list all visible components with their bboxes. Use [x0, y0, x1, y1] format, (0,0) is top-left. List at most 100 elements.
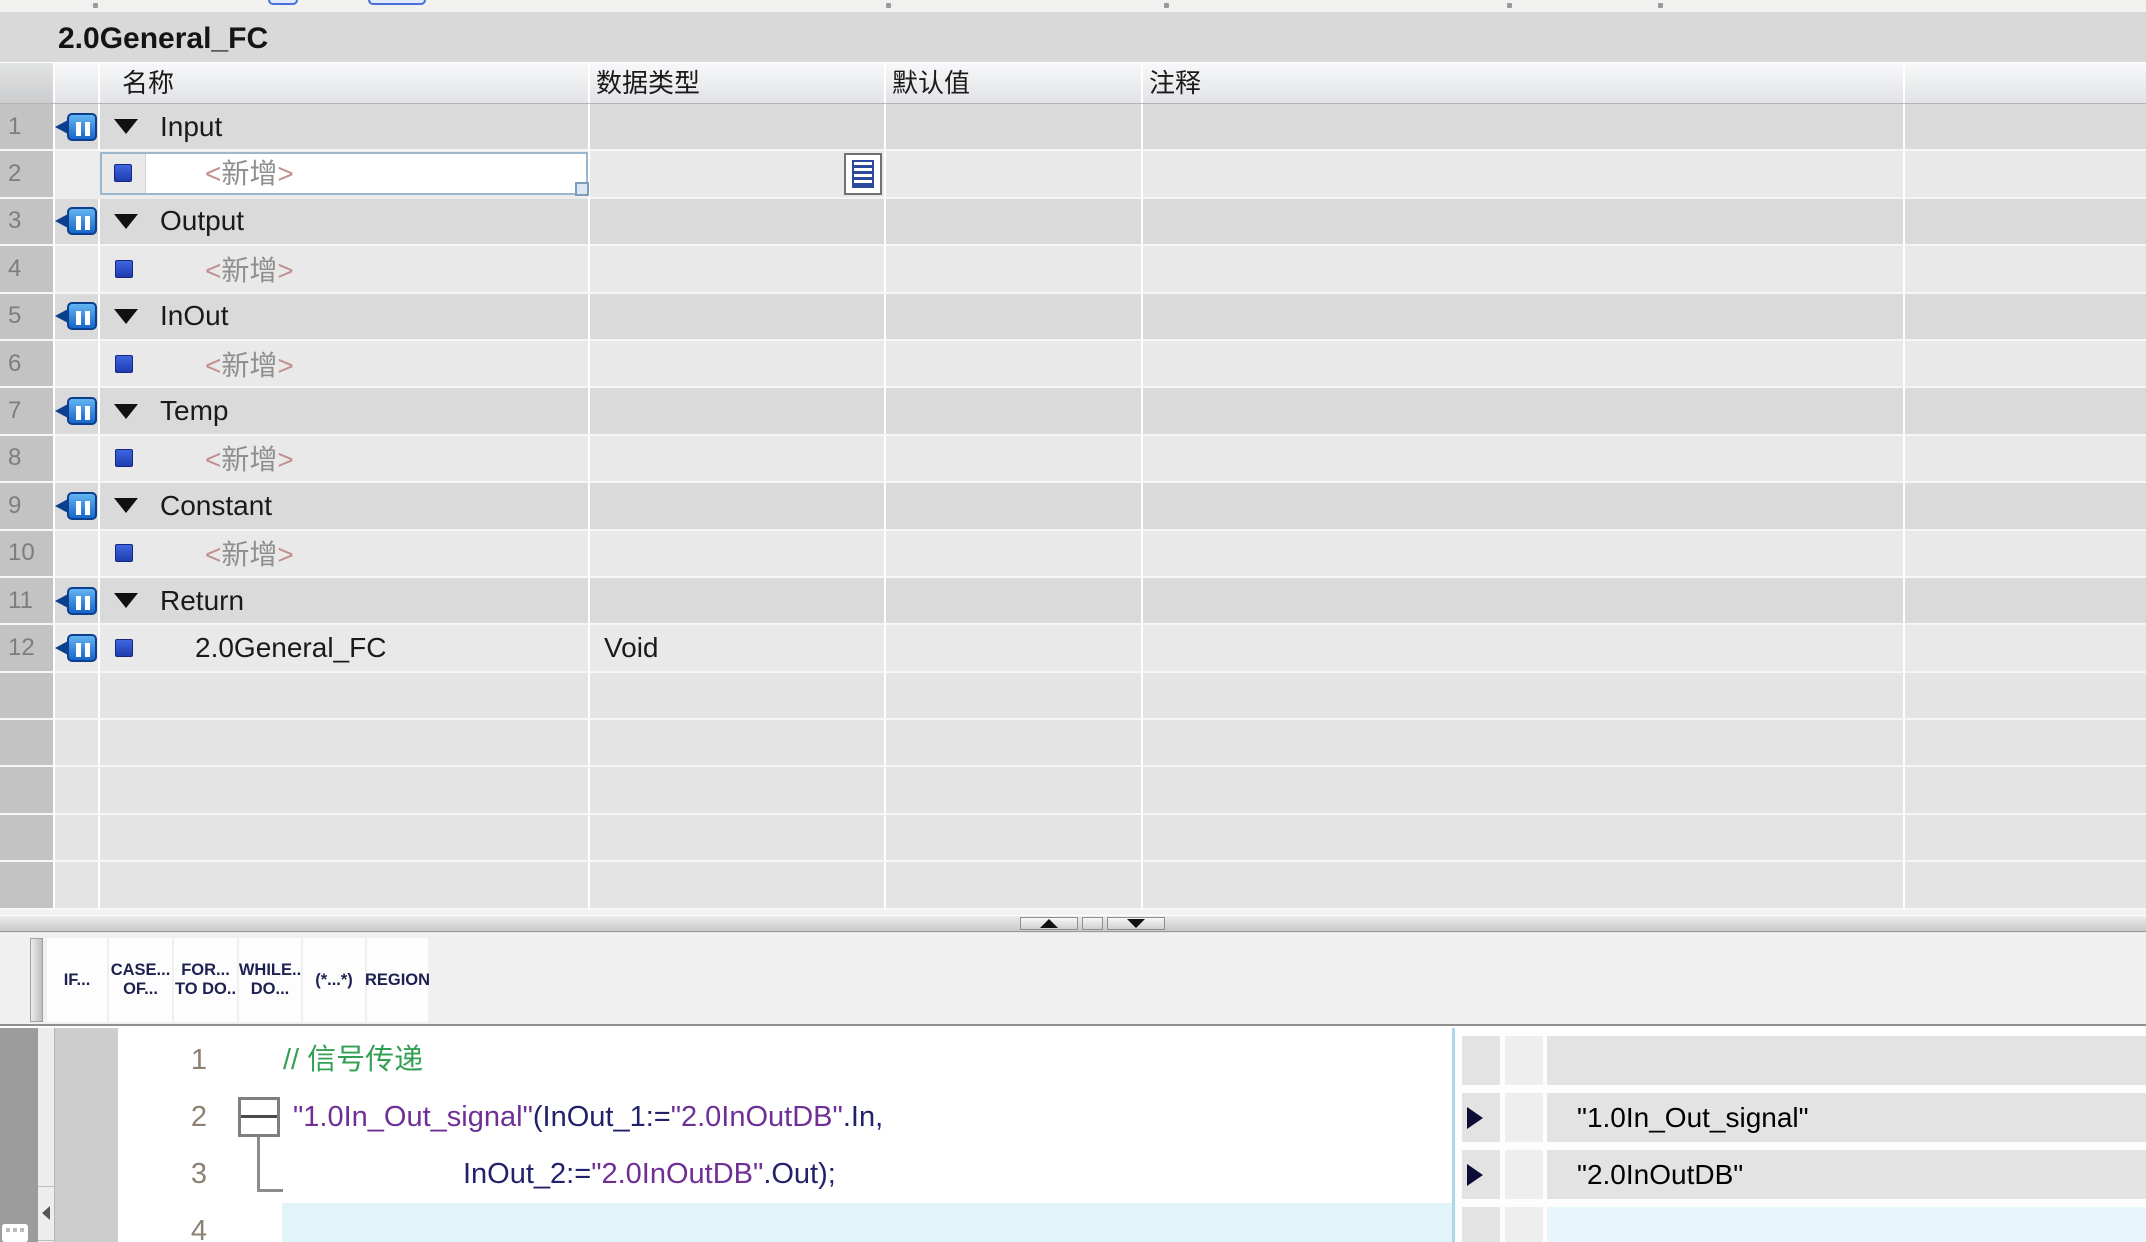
- comment-cell[interactable]: [1143, 294, 1905, 341]
- header-comment[interactable]: 注释: [1143, 63, 1905, 103]
- var-table-empty-row[interactable]: [0, 720, 2146, 767]
- referenced-block-name[interactable]: "2.0InOutDB": [1547, 1150, 2146, 1199]
- row-number-cell[interactable]: 10: [0, 531, 55, 578]
- default-value-cell[interactable]: [886, 294, 1143, 341]
- snippet-button-if[interactable]: IF...: [47, 938, 107, 1022]
- reference-arrow-cell[interactable]: [1462, 1093, 1500, 1142]
- datatype-cell[interactable]: [590, 483, 886, 530]
- datatype-cell[interactable]: Void: [590, 625, 886, 672]
- name-cell[interactable]: Return: [100, 578, 590, 625]
- default-value-cell[interactable]: [886, 578, 1143, 625]
- name-cell[interactable]: <新增>: [100, 246, 590, 293]
- header-default[interactable]: 默认值: [886, 63, 1143, 103]
- var-table-row-1[interactable]: 1 Input: [0, 104, 2146, 151]
- comment-cell[interactable]: [1143, 483, 1905, 530]
- collapse-down-button[interactable]: [1107, 917, 1165, 930]
- new-variable-placeholder[interactable]: <新增>: [205, 539, 294, 570]
- var-table-row-11[interactable]: 11 Return: [0, 578, 2146, 625]
- var-table-row-9[interactable]: 9 Constant: [0, 483, 2146, 530]
- snippet-button-comment[interactable]: (*...*): [303, 938, 365, 1022]
- var-table-row-7[interactable]: 7Temp: [0, 388, 2146, 435]
- comment-cell[interactable]: [1143, 388, 1905, 435]
- var-table-empty-row[interactable]: [0, 862, 2146, 909]
- comment-cell[interactable]: [1143, 246, 1905, 293]
- code-line-3[interactable]: 3InOut_2:="2.0InOutDB".Out);: [0, 1146, 1452, 1203]
- jump-to-reference-icon[interactable]: [1467, 1164, 1483, 1186]
- name-edit-cell[interactable]: <新增>: [100, 152, 588, 195]
- row-number-cell[interactable]: 12: [0, 625, 55, 672]
- collapse-triangle-icon[interactable]: [114, 404, 138, 419]
- datatype-cell[interactable]: [590, 578, 886, 625]
- default-value-cell[interactable]: [886, 625, 1143, 672]
- datatype-cell[interactable]: [590, 151, 886, 198]
- collapse-triangle-icon[interactable]: [114, 498, 138, 513]
- var-table-row-10[interactable]: 10 <新增>: [0, 531, 2146, 578]
- referenced-block-name[interactable]: "1.0In_Out_signal": [1547, 1093, 2146, 1142]
- row-number-cell[interactable]: 3: [0, 199, 55, 246]
- datatype-picker-button[interactable]: [844, 153, 882, 195]
- pane-splitter[interactable]: [0, 915, 2146, 932]
- datatype-cell[interactable]: [590, 531, 886, 578]
- datatype-cell[interactable]: [590, 104, 886, 151]
- header-datatype[interactable]: 数据类型: [590, 63, 886, 103]
- var-table-row-3[interactable]: 3Output: [0, 199, 2146, 246]
- new-variable-placeholder[interactable]: <新增>: [205, 255, 294, 286]
- collapse-triangle-icon[interactable]: [114, 309, 138, 324]
- jump-to-reference-icon[interactable]: [1467, 1107, 1483, 1129]
- comment-cell[interactable]: [1143, 151, 1905, 198]
- default-value-cell[interactable]: [886, 104, 1143, 151]
- default-value-cell[interactable]: [886, 341, 1143, 388]
- reference-arrow-cell[interactable]: [1462, 1150, 1500, 1199]
- name-cell[interactable]: InOut: [100, 294, 590, 341]
- name-cell[interactable]: 2.0General_FC: [100, 625, 590, 672]
- comment-cell[interactable]: [1143, 625, 1905, 672]
- name-cell[interactable]: Input: [100, 104, 590, 151]
- row-number-cell[interactable]: 5: [0, 294, 55, 341]
- fold-collapse-box[interactable]: [238, 1097, 280, 1137]
- new-variable-placeholder[interactable]: <新增>: [205, 444, 294, 475]
- default-value-cell[interactable]: [886, 388, 1143, 435]
- var-table-empty-row[interactable]: [0, 767, 2146, 814]
- name-cell[interactable]: Constant: [100, 483, 590, 530]
- row-number-cell[interactable]: 9: [0, 483, 55, 530]
- row-number-cell[interactable]: 8: [0, 436, 55, 483]
- comment-cell[interactable]: [1143, 199, 1905, 246]
- var-table-row-8[interactable]: 8 <新增>: [0, 436, 2146, 483]
- var-table-row-4[interactable]: 4 <新增>: [0, 246, 2146, 293]
- var-table-row-6[interactable]: 6 <新增>: [0, 341, 2146, 388]
- snippet-button-for[interactable]: FOR...TO DO..: [174, 938, 237, 1022]
- scl-code-editor[interactable]: 1// 信号传递2"1.0In_Out_signal"(InOut_1:="2.…: [0, 1024, 2146, 1242]
- row-number-cell[interactable]: 4: [0, 246, 55, 293]
- edit-cell-resize-handle[interactable]: [575, 182, 589, 196]
- code-line-1[interactable]: 1// 信号传递: [0, 1032, 1452, 1089]
- comment-cell[interactable]: [1143, 436, 1905, 483]
- code-line-2[interactable]: 2"1.0In_Out_signal"(InOut_1:="2.0InOutDB…: [0, 1089, 1452, 1146]
- row-number-cell[interactable]: 2: [0, 151, 55, 198]
- collapse-triangle-icon[interactable]: [114, 593, 138, 608]
- name-cell[interactable]: <新增>: [100, 341, 590, 388]
- row-number-cell[interactable]: 6: [0, 341, 55, 388]
- var-table-row-5[interactable]: 5 InOut: [0, 294, 2146, 341]
- code-line-4[interactable]: 4: [0, 1203, 1452, 1242]
- var-table-row-12[interactable]: 12 2.0General_FC Void: [0, 625, 2146, 672]
- snippet-button-case[interactable]: CASE...OF...: [109, 938, 172, 1022]
- datatype-cell[interactable]: [590, 436, 886, 483]
- new-variable-placeholder[interactable]: <新增>: [205, 158, 294, 189]
- comment-cell[interactable]: [1143, 341, 1905, 388]
- row-number-cell[interactable]: 7: [0, 388, 55, 435]
- comment-cell[interactable]: [1143, 104, 1905, 151]
- default-value-cell[interactable]: [886, 531, 1143, 578]
- datatype-cell[interactable]: [590, 199, 886, 246]
- default-value-cell[interactable]: [886, 483, 1143, 530]
- snippet-button-region[interactable]: REGION: [367, 938, 428, 1022]
- default-value-cell[interactable]: [886, 246, 1143, 293]
- name-cell[interactable]: <新增>: [100, 531, 590, 578]
- collapse-triangle-icon[interactable]: [114, 119, 138, 134]
- default-value-cell[interactable]: [886, 151, 1143, 198]
- header-name[interactable]: 名称: [100, 63, 590, 103]
- comment-cell[interactable]: [1143, 578, 1905, 625]
- row-number-cell[interactable]: 1: [0, 104, 55, 151]
- variable-name[interactable]: 2.0General_FC: [195, 632, 386, 664]
- default-value-cell[interactable]: [886, 199, 1143, 246]
- row-number-cell[interactable]: 11: [0, 578, 55, 625]
